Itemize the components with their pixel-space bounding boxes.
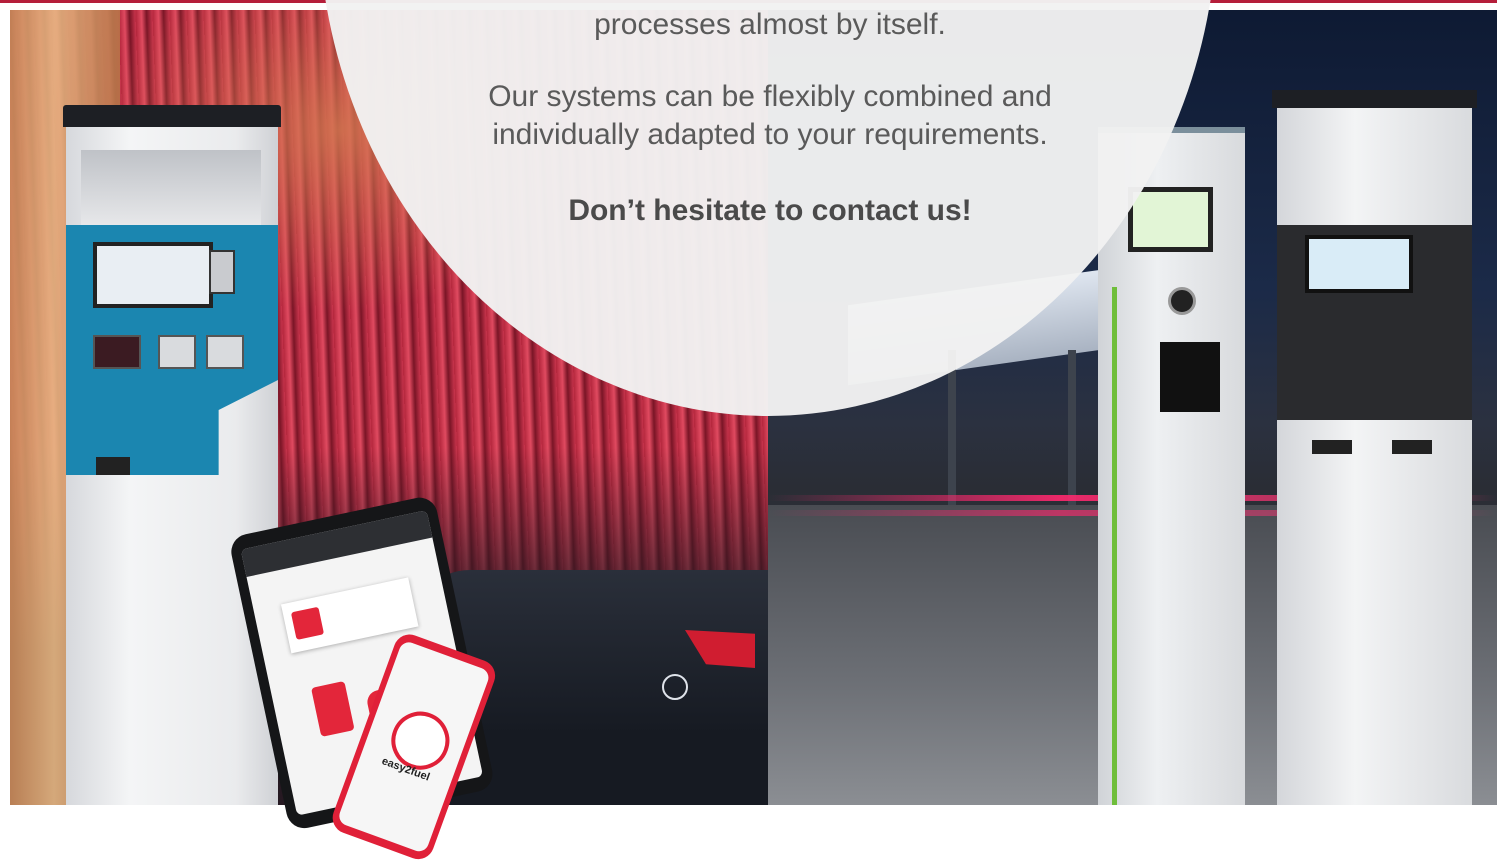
terminal-cap <box>1272 90 1477 108</box>
intro-line-3: individually adapted to your requirement… <box>492 118 1048 151</box>
canopy-pillar <box>948 350 956 530</box>
intro-line-1: processes almost by itself. <box>594 8 946 41</box>
car-emblem <box>662 674 688 700</box>
terminal-screen <box>93 242 213 308</box>
pin-pad <box>209 250 235 294</box>
payment-terminal-blue <box>63 105 281 805</box>
terminal-screen <box>1128 187 1213 252</box>
terminal-hood <box>81 150 261 230</box>
terminal-body <box>1277 108 1472 805</box>
terminal-button <box>1168 287 1196 315</box>
receipt-slot <box>1392 440 1432 454</box>
payment-terminal-dark <box>1272 90 1477 805</box>
terminal-cap <box>63 105 281 127</box>
terminal-stripe <box>1112 287 1117 805</box>
bubble-text: processes almost by itself. Our systems … <box>410 0 1130 230</box>
bill-acceptor <box>206 335 244 369</box>
card-reader <box>1312 440 1352 454</box>
canopy-pillar <box>1068 350 1076 530</box>
contact-cta: Don’t hesitate to contact us! <box>568 194 972 227</box>
terminal-screen <box>1305 235 1413 293</box>
receipt-slot <box>96 457 130 475</box>
card-reader <box>93 335 141 369</box>
terminal-display <box>1160 342 1220 412</box>
coin-slot <box>158 335 196 369</box>
intro-line-2: Our systems can be flexibly combined and <box>488 80 1052 113</box>
